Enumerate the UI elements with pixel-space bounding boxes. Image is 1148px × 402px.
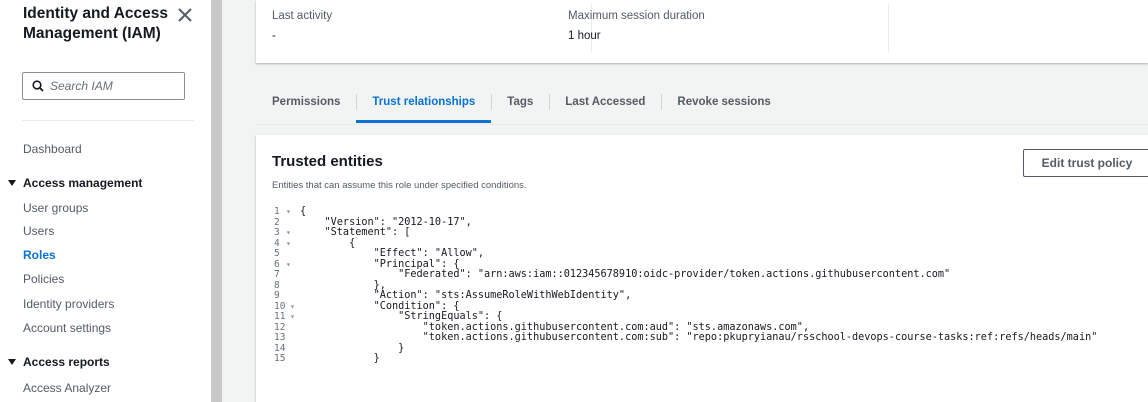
code-text: "Federated": "arn:aws:iam::012345678910:… [300,269,951,280]
summary-card: Last activity - Maximum session duration… [256,0,1148,63]
code-line: 7 "Federated": "arn:aws:iam::01234567891… [256,269,1148,281]
code-line: 1 ▾{ [256,206,1148,218]
last-activity-value: - [272,30,276,42]
sidebar-item-users[interactable]: Users [23,224,54,238]
max-session-label: Maximum session duration [568,10,705,22]
fold-toggle-icon[interactable]: ▾ [290,312,295,323]
fold-toggle-icon[interactable]: ▾ [290,302,295,313]
max-session-value: 1 hour [568,30,601,42]
fold-toggle-icon[interactable]: ▾ [286,260,291,271]
sidebar-section-access-reports[interactable]: Access reports [8,355,110,369]
search-field[interactable] [22,72,185,100]
trusted-entities-card: Trusted entities Entities that can assum… [256,135,1148,402]
tab-underline [256,124,1148,125]
section-title: Trusted entities [272,153,383,170]
code-text: "Effect": "Allow", [300,248,485,259]
section-description: Entities that can assume this role under… [272,180,527,191]
code-text: } [300,353,380,364]
tab-permissions[interactable]: Permissions [256,84,356,120]
caret-down-icon [8,359,16,365]
sidebar-item-roles[interactable]: Roles [23,248,56,262]
tab-revoke-sessions[interactable]: Revoke sessions [661,84,786,120]
search-icon [32,80,44,92]
line-number: 15 [274,353,286,364]
sidebar-divider [22,120,194,121]
sidebar-item-policies[interactable]: Policies [23,272,64,286]
sidebar-scrollbar[interactable] [211,0,222,402]
code-line: 15 } [256,353,1148,365]
sidebar-item-identity-providers[interactable]: Identity providers [23,297,114,311]
fold-toggle-icon[interactable]: ▾ [286,207,291,218]
main-content: Last activity - Maximum session duration… [222,0,1148,402]
code-line: 3 ▾ "Statement": [ [256,227,1148,239]
fold-toggle-icon[interactable]: ▾ [286,228,291,239]
line-number: 5 [274,248,280,259]
line-number: 9 [274,290,280,301]
tab-tags[interactable]: Tags [491,84,549,120]
sidebar-title: Identity and Access Management (IAM) [23,5,169,42]
section-label: Access reports [23,355,110,369]
trust-policy-code-viewer[interactable]: 1 ▾{2 "Version": "2012-10-17", 3 ▾ "Stateme… [256,206,1148,402]
fold-toggle-icon[interactable]: ▾ [286,239,291,250]
line-number: 13 [274,332,286,343]
sidebar: Identity and Access Management (IAM) Das… [0,0,211,402]
code-line: 11 ▾ "StringEquals": { [256,311,1148,323]
code-line: 14 } [256,343,1148,355]
divider [888,4,889,52]
last-activity-label: Last activity [272,10,333,22]
tab-last-accessed[interactable]: Last Accessed [549,84,661,120]
code-text: "StringEquals": { [300,311,503,322]
code-line: 5 "Effect": "Allow", [256,248,1148,260]
tab-bar: Permissions Trust relationships Tags Las… [256,82,787,123]
code-text: { [300,206,307,217]
caret-down-icon [8,180,16,186]
line-number: 11 [274,311,286,322]
sidebar-item-account-settings[interactable]: Account settings [23,321,111,335]
code-line: 9 "Action": "sts:AssumeRoleWithWebIdenti… [256,290,1148,302]
line-number: 7 [274,269,280,280]
code-line: 13 "token.actions.githubusercontent.com:… [256,332,1148,344]
tab-trust-relationships[interactable]: Trust relationships [356,84,492,123]
code-text: "Action": "sts:AssumeRoleWithWebIdentity… [300,290,632,301]
search-input[interactable] [50,79,170,93]
sidebar-item-user-groups[interactable]: User groups [23,201,88,215]
code-text: "Statement": [ [300,227,411,238]
section-label: Access management [23,176,143,190]
code-text: "token.actions.githubusercontent.com:sub… [300,332,1098,343]
sidebar-item-access-analyzer[interactable]: Access Analyzer [23,381,111,395]
sidebar-section-access-management[interactable]: Access management [8,176,142,190]
edit-trust-policy-button[interactable]: Edit trust policy [1023,149,1148,177]
sidebar-item-dashboard[interactable]: Dashboard [23,142,82,156]
close-icon[interactable] [176,6,194,24]
